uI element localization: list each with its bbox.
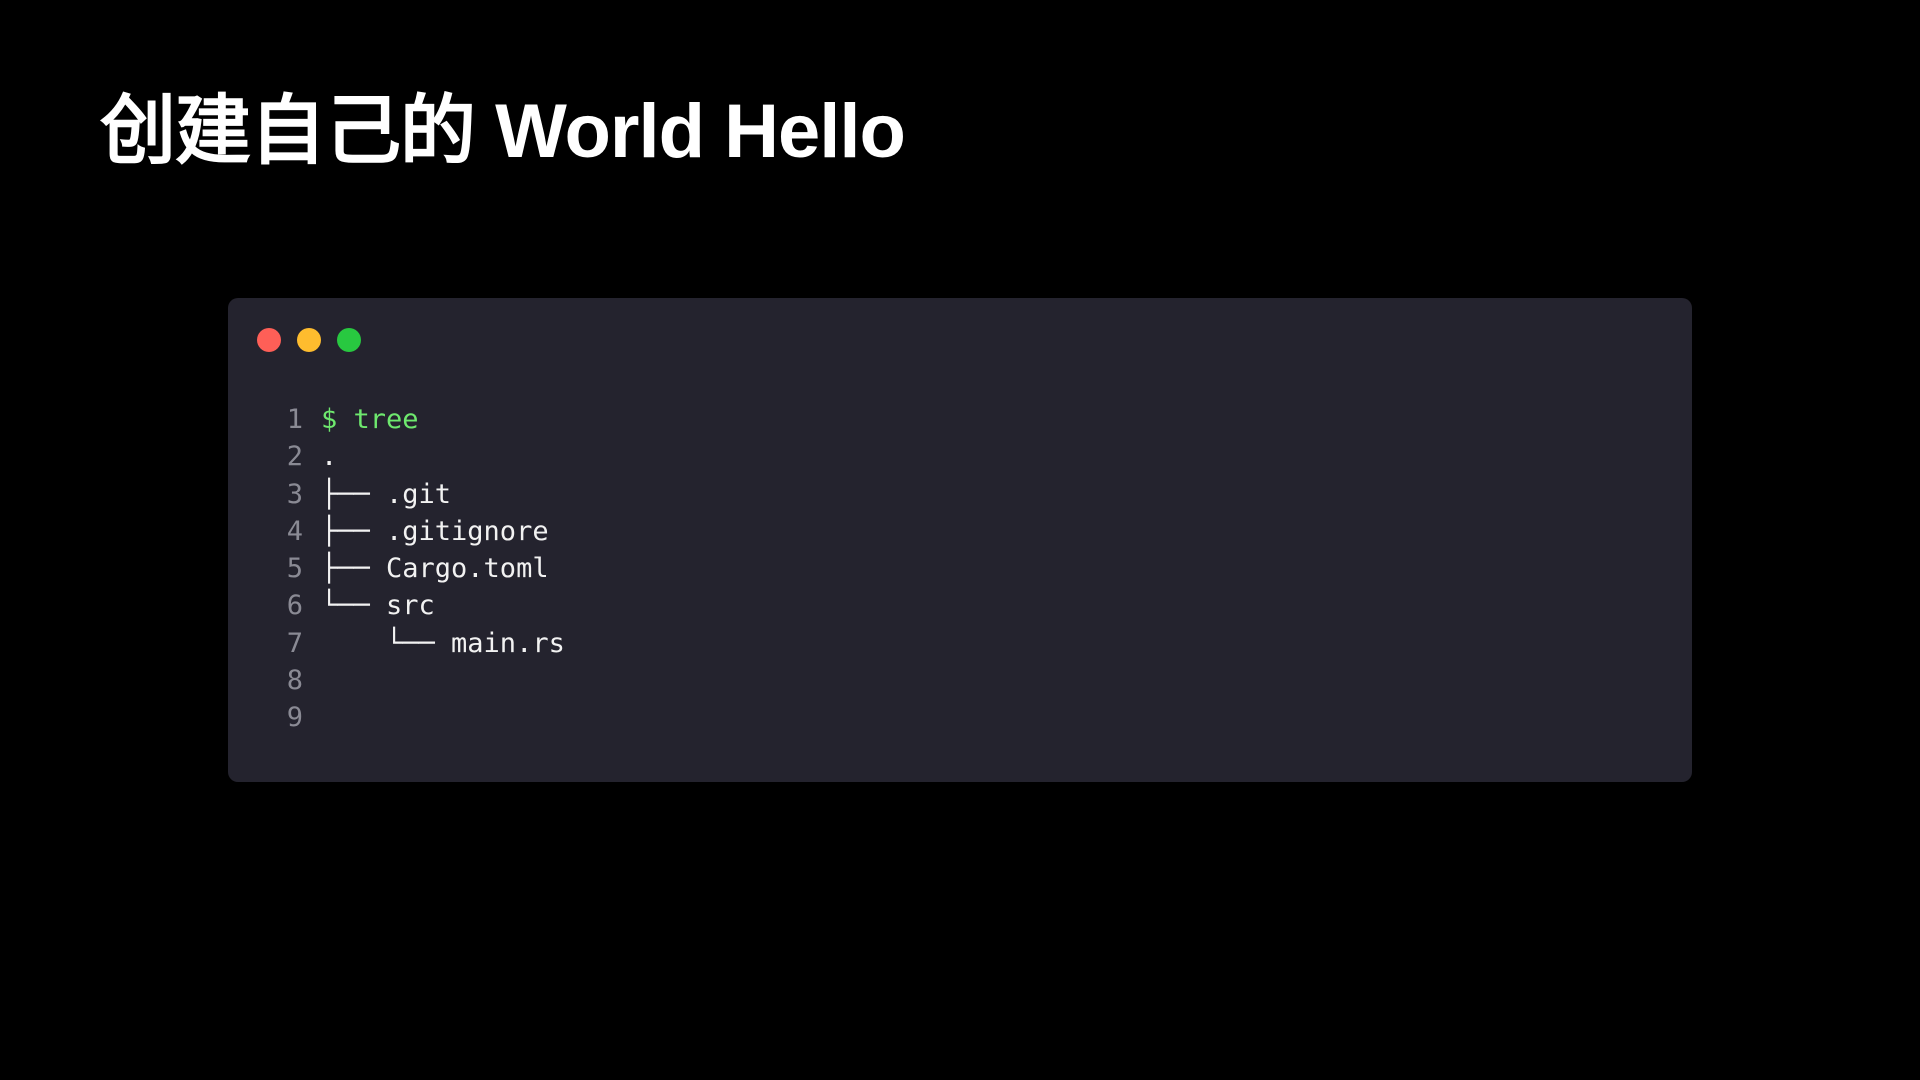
line-number: 7 <box>286 627 303 659</box>
terminal-window: 1 $ tree 2 . 3 ├── .git 4 ├── .gitignore… <box>228 298 1692 782</box>
output-text: ├── .git <box>321 478 452 510</box>
output-text: ├── .gitignore <box>321 515 549 547</box>
output-text: ├── Cargo.toml <box>321 553 549 585</box>
line-number: 8 <box>286 665 303 697</box>
code-line: 7 └── main.rs <box>283 625 565 662</box>
close-dot[interactable] <box>257 328 281 352</box>
code-line: 8 <box>283 662 565 699</box>
code-line: 3 ├── .git <box>283 476 565 513</box>
line-number: 3 <box>286 478 303 510</box>
line-number: 1 <box>286 404 303 435</box>
code-line: 4 ├── .gitignore <box>283 513 565 550</box>
code-line: 9 <box>283 699 565 736</box>
command-text: $ tree <box>321 404 419 435</box>
code-line: 2 . <box>283 438 565 475</box>
maximize-dot[interactable] <box>337 328 361 352</box>
output-text: . <box>321 441 338 473</box>
line-number: 5 <box>286 553 303 585</box>
minimize-dot[interactable] <box>297 328 321 352</box>
line-number: 2 <box>286 441 303 473</box>
line-number: 4 <box>286 515 303 547</box>
window-controls <box>257 328 361 352</box>
slide-title: 创建自己的 World Hello <box>100 89 906 174</box>
line-number: 9 <box>286 702 303 734</box>
code-line: 5 ├── Cargo.toml <box>283 550 565 587</box>
output-text: └── src <box>321 590 435 622</box>
code-block: 1 $ tree 2 . 3 ├── .git 4 ├── .gitignore… <box>283 401 565 737</box>
output-text: └── main.rs <box>321 627 565 659</box>
code-line: 1 $ tree <box>283 401 565 438</box>
line-number: 6 <box>286 590 303 622</box>
code-line: 6 └── src <box>283 587 565 624</box>
